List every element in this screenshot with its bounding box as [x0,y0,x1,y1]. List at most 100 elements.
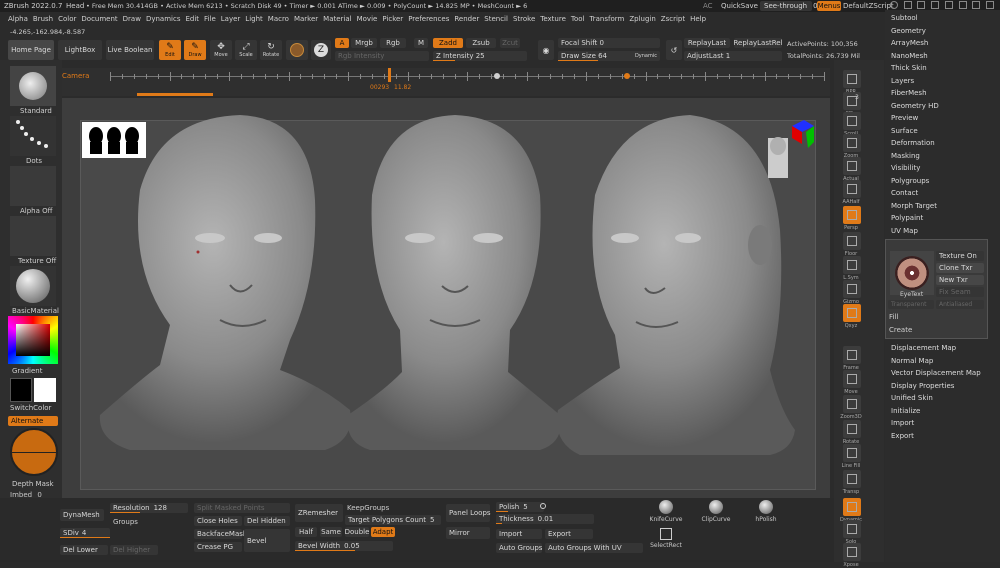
thickness-slider[interactable]: Thickness 0.01 [496,514,594,524]
scroll-button[interactable] [843,112,861,130]
gradient-label[interactable]: Gradient [12,367,42,375]
zbrush-logo-button[interactable]: Z [311,40,331,60]
menu-texture[interactable]: Texture [540,13,571,25]
menu-zscript[interactable]: Zscript [661,13,690,25]
aahalf-button[interactable] [843,180,861,198]
window-icon-6[interactable] [958,1,967,9]
zoom-button[interactable] [843,134,861,152]
home-page-button[interactable]: Home Page [8,40,54,60]
create-button[interactable]: Create [889,326,912,334]
menu-movie[interactable]: Movie [357,13,383,25]
tool-menu-contact[interactable]: Contact [891,189,918,197]
hpolish-button[interactable]: hPolish [748,500,784,528]
menu-brush[interactable]: Brush [33,13,58,25]
timeline-range-bar[interactable] [137,93,213,96]
tool-menu-display-properties[interactable]: Display Properties [891,382,954,390]
tool-menu-import[interactable]: Import [891,419,914,427]
menu-material[interactable]: Material [323,13,356,25]
tool-menu-polypaint[interactable]: Polypaint [891,214,923,222]
stroke-thumbnail[interactable] [10,116,56,156]
tool-menu-vector-displacement-map[interactable]: Vector Displacement Map [891,369,981,377]
gizmo-button[interactable] [843,280,861,298]
adapt-toggle[interactable]: Adapt [371,527,395,537]
mrgb-toggle[interactable]: Mrgb [351,38,377,48]
del-hidden-button[interactable]: Del Hidden [244,516,290,526]
bevel-button[interactable]: Bevel [244,529,290,552]
rgb-toggle[interactable]: Rgb [380,38,406,48]
lsym-button[interactable] [843,256,861,274]
ac-label[interactable]: AC [703,2,713,10]
focal-shift-slider[interactable]: Focal Shift 0 [558,38,660,48]
crease-pg-button[interactable]: Crease PG [194,542,242,552]
axis-gizmo-icon[interactable] [762,118,818,188]
menu-transform[interactable]: Transform [590,13,630,25]
material-thumbnail[interactable] [10,266,56,306]
window-icon-3[interactable] [917,1,926,9]
menu-light[interactable]: Light [245,13,267,25]
groups-toggle[interactable]: Groups [113,518,138,526]
head-center[interactable] [347,115,561,450]
tool-menu-normal-map[interactable]: Normal Map [891,357,933,365]
color-picker-square[interactable] [16,324,50,356]
floor-button[interactable] [843,232,861,250]
clip-curve-button[interactable]: ClipCurve [698,500,734,528]
fix-seam-button[interactable]: Fix Seam [936,287,984,297]
solo-button[interactable] [843,520,861,538]
select-rect-button[interactable]: SelectRect [648,528,684,552]
keep-groups-toggle[interactable]: KeepGroups [347,504,389,512]
menu-help[interactable]: Help [690,13,711,25]
switch-color-button[interactable]: SwitchColor [10,404,51,412]
texture-on-toggle[interactable]: Texture On [936,251,984,261]
antialiased-toggle[interactable]: Antialiased [936,300,984,309]
tool-menu-export[interactable]: Export [891,432,914,440]
panel-loops-button[interactable]: Panel Loops [446,504,491,522]
sculpt-heads[interactable] [80,110,820,500]
actual-button[interactable] [843,157,861,175]
tool-menu-fibermesh[interactable]: FiberMesh [891,89,927,97]
tool-menu-layers[interactable]: Layers [891,77,914,85]
m-toggle[interactable]: M [414,38,428,48]
tool-menu-subtool[interactable]: Subtool [891,14,918,22]
menu-draw[interactable]: Draw [123,13,146,25]
close-holes-button[interactable]: Close Holes [194,516,242,526]
timeline-key-1[interactable] [494,73,500,79]
line-fill-button[interactable] [843,444,861,462]
alpha-thumbnail[interactable] [10,166,56,206]
menu-alpha[interactable]: Alpha [8,13,33,25]
auto-groups-uv-button[interactable]: Auto Groups With UV [545,543,643,553]
polish-circle-icon[interactable] [540,503,546,509]
menu-preferences[interactable]: Preferences [408,13,454,25]
zsub-toggle[interactable]: Zsub [466,38,496,48]
head-right[interactable] [556,115,795,455]
menu-zplugin[interactable]: Zplugin [629,13,660,25]
menu-document[interactable]: Document [81,13,122,25]
xyz-button[interactable] [843,304,861,322]
fill-button[interactable]: Fill [889,313,898,321]
persp-button[interactable] [843,206,861,224]
live-boolean-button[interactable]: Live Boolean [106,40,154,60]
texture-thumbnail-box[interactable] [890,251,934,295]
edit-mode-button[interactable]: ✎ Edit [159,40,181,60]
window-icon-1[interactable] [889,1,898,9]
zremesher-button[interactable]: ZRemesher [295,504,343,522]
tool-menu-displacement-map[interactable]: Displacement Map [891,344,956,352]
window-icon-7[interactable] [972,1,981,9]
tool-menu-surface[interactable]: Surface [891,127,918,135]
menu-marker[interactable]: Marker [294,13,323,25]
material-sphere-button[interactable] [286,40,308,60]
tool-menu-geometry-hd[interactable]: Geometry HD [891,102,939,110]
dynamic-toggle[interactable]: Dynamic [635,53,657,59]
menu-render[interactable]: Render [454,13,484,25]
lazymouse-icon-button[interactable]: ↺ [666,40,682,60]
tool-menu-morph-target[interactable]: Morph Target [891,202,937,210]
knife-curve-button[interactable]: KnifeCurve [648,500,684,528]
frame-button[interactable] [843,346,861,364]
menu-edit[interactable]: Edit [185,13,204,25]
zadd-toggle[interactable]: Zadd [433,38,463,48]
texture-thumbnail[interactable] [10,216,56,256]
move-view-button[interactable] [843,370,861,388]
lightbox-button[interactable]: LightBox [58,40,102,60]
dynamesh-button[interactable]: DynaMesh [60,509,104,521]
primary-color-swatch[interactable] [10,378,32,402]
menu-color[interactable]: Color [58,13,81,25]
